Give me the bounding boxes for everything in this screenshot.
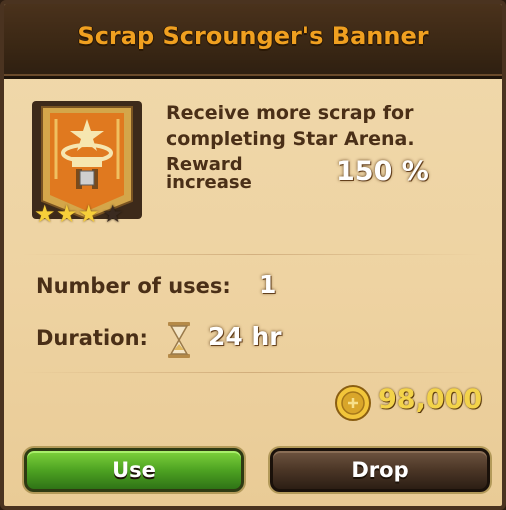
drop-button[interactable]: Drop [270,448,490,492]
price-value: 98,000 [378,384,483,415]
use-button[interactable]: Use [24,448,244,492]
divider [22,254,482,255]
uses-label: Number of uses: [36,274,231,298]
item-title: Scrap Scrounger's Banner [77,22,429,50]
uses-value: 1 [259,270,277,299]
duration-label: Duration: [36,326,148,350]
star-filled-icon: ★ [56,200,78,228]
hourglass-icon [168,322,190,358]
star-empty-icon: ★ [102,200,124,228]
star-filled-icon: ★ [34,200,56,228]
star-rating: ★ ★ ★ ★ [32,200,142,230]
star-filled-icon: ★ [78,200,100,228]
divider [22,372,482,373]
coin-icon [335,385,371,421]
duration-value: 24 hr [208,322,282,351]
reward-value: 150 % [336,156,429,187]
item-description: Receive more scrap for completing Star A… [166,102,415,150]
header-bar: Scrap Scrounger's Banner [4,4,502,79]
reward-label: Reward increase [166,154,252,193]
item-panel: Scrap Scrounger's Banner ★ ★ ★ ★ Receive… [0,0,506,510]
